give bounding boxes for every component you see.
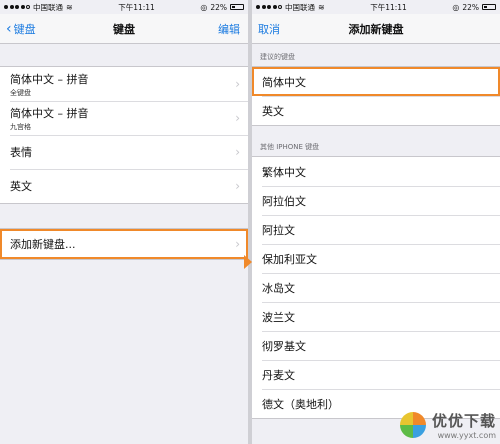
add-new-keyboard-row[interactable]: 添加新键盘... ›	[0, 229, 248, 259]
cancel-button[interactable]: 取消	[258, 21, 280, 37]
chevron-right-icon: ›	[235, 237, 240, 251]
carrier-label: 中国联通	[33, 2, 63, 12]
add-new-keyboard-label: 添加新键盘...	[10, 238, 76, 251]
suggested-section-header: 建议的键盘	[260, 53, 295, 61]
watermark-text: 优优下载	[431, 412, 496, 430]
add-keyboard-group: 添加新键盘... ›	[0, 228, 248, 260]
other-keyboard-list: 繁体中文 阿拉伯文 阿拉文 保加利亚文 冰岛文 波兰文 彻罗基文 丹麦文 德文（…	[252, 156, 500, 419]
signal-icon	[4, 5, 30, 9]
keyboard-row[interactable]: 英文 ›	[0, 169, 248, 203]
keyboard-row[interactable]: 保加利亚文	[252, 244, 500, 273]
watermark-logo-icon	[399, 412, 426, 438]
keyboard-name: 简体中文 – 拼音	[10, 106, 89, 120]
status-time: 下午11:11	[118, 2, 155, 12]
keyboard-name: 表情	[10, 146, 32, 159]
chevron-right-icon: ›	[235, 111, 240, 125]
alarm-icon: ◎	[452, 2, 460, 12]
keyboard-name: 冰岛文	[262, 281, 295, 295]
watermark-url: www.yyxt.com	[437, 431, 496, 440]
chevron-right-icon: ›	[235, 145, 240, 159]
status-bar: 中国联通 ≋ 下午11:11 ◎ 22%	[0, 0, 248, 14]
battery-percent: 22%	[210, 2, 227, 12]
nav-bar: 取消 添加新键盘	[252, 14, 500, 44]
battery-icon	[481, 4, 496, 10]
keyboard-name: 简体中文 – 拼音	[10, 72, 89, 86]
add-keyboard-screen: 中国联通 ≋ 下午11:11 ◎ 22% 取消 添加新键盘 建议的键盘 简体中文…	[252, 0, 500, 444]
battery-icon	[229, 4, 244, 10]
wifi-icon: ≋	[318, 2, 325, 12]
keyboard-row[interactable]: 繁体中文	[252, 157, 500, 186]
chevron-right-icon: ›	[235, 77, 240, 91]
keyboard-type: 九宫格	[10, 122, 31, 131]
keyboard-type: 全键盘	[10, 88, 31, 97]
chevron-right-icon: ›	[235, 179, 240, 193]
page-title: 键盘	[113, 22, 135, 36]
edit-button[interactable]: 编辑	[218, 21, 240, 37]
keyboard-name: 丹麦文	[262, 368, 295, 382]
keyboard-row[interactable]: 冰岛文	[252, 273, 500, 302]
carrier-label: 中国联通	[285, 2, 315, 12]
keyboard-name: 英文	[10, 180, 32, 193]
keyboard-name: 阿拉伯文	[262, 194, 306, 208]
keyboard-name: 波兰文	[262, 310, 295, 324]
keyboard-name: 英文	[262, 104, 284, 118]
keyboard-name: 保加利亚文	[262, 252, 317, 266]
keyboard-row[interactable]: 波兰文	[252, 302, 500, 331]
back-button[interactable]: ‹ 键盘	[6, 21, 36, 37]
keyboard-name: 繁体中文	[262, 165, 306, 179]
suggested-keyboard-row[interactable]: 英文	[252, 96, 500, 125]
keyboard-row[interactable]: 简体中文 – 拼音 九宫格 ›	[0, 101, 248, 135]
nav-bar: ‹ 键盘 键盘 编辑	[0, 14, 248, 44]
keyboard-row[interactable]: 简体中文 – 拼音 全键盘 ›	[0, 67, 248, 101]
keyboard-row[interactable]: 表情 ›	[0, 135, 248, 169]
back-label: 键盘	[13, 22, 36, 36]
page-title: 添加新键盘	[348, 22, 404, 36]
keyboard-name: 彻罗基文	[262, 339, 306, 353]
keyboard-name: 简体中文	[262, 75, 306, 89]
status-time: 下午11:11	[370, 2, 407, 12]
signal-icon	[256, 5, 282, 9]
pointer-arrow-icon	[244, 255, 252, 269]
battery-percent: 22%	[462, 2, 479, 12]
keyboard-list: 简体中文 – 拼音 全键盘 › 简体中文 – 拼音 九宫格 › 表情 › 英文 …	[0, 66, 248, 204]
status-bar: 中国联通 ≋ 下午11:11 ◎ 22%	[252, 0, 500, 14]
keyboard-row[interactable]: 阿拉伯文	[252, 186, 500, 215]
keyboards-screen: 中国联通 ≋ 下午11:11 ◎ 22% ‹ 键盘 键盘 编辑 简体中文 – 拼…	[0, 0, 248, 444]
screenshot-stage: 中国联通 ≋ 下午11:11 ◎ 22% ‹ 键盘 键盘 编辑 简体中文 – 拼…	[0, 0, 500, 444]
wifi-icon: ≋	[66, 2, 73, 12]
watermark: 优优下载 www.yyxt.com	[398, 410, 496, 440]
chevron-left-icon: ‹	[6, 20, 12, 37]
other-section-header: 其他 IPHONE 键盘	[260, 143, 320, 151]
alarm-icon: ◎	[200, 2, 208, 12]
keyboard-row[interactable]: 阿拉文	[252, 215, 500, 244]
keyboard-name: 阿拉文	[262, 223, 295, 237]
keyboard-row[interactable]: 丹麦文	[252, 360, 500, 389]
keyboard-row[interactable]: 彻罗基文	[252, 331, 500, 360]
suggested-keyboard-list: 简体中文 英文	[252, 66, 500, 126]
suggested-keyboard-row[interactable]: 简体中文	[252, 67, 500, 96]
